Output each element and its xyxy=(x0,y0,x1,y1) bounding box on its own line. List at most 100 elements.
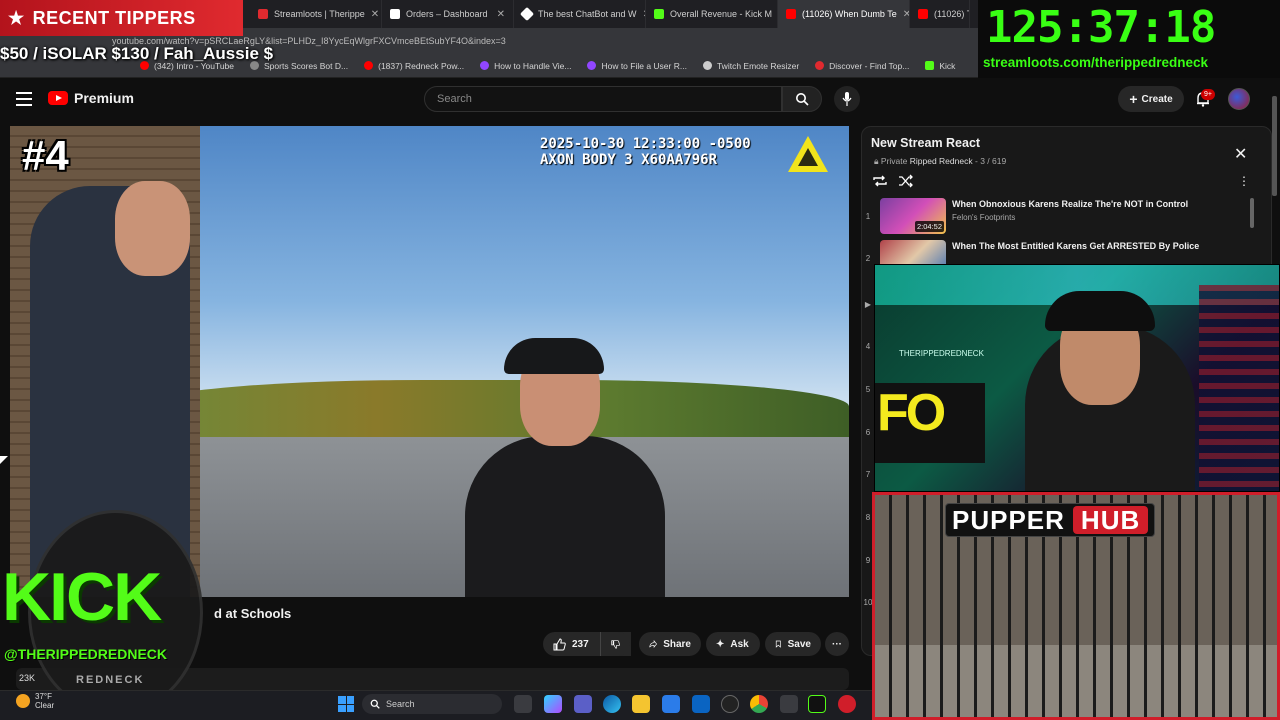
more-vertical-icon[interactable]: ⋮ xyxy=(1238,174,1250,188)
share-button[interactable]: Share xyxy=(639,632,701,656)
chrome-icon[interactable] xyxy=(750,695,768,713)
playlist-item-title: When The Most Entitled Karens Get ARREST… xyxy=(952,241,1200,251)
discover-icon xyxy=(815,61,825,70)
loop-icon xyxy=(873,175,887,187)
playlist-position: 3 / 619 xyxy=(980,156,1007,166)
share-arrow-icon xyxy=(649,639,657,649)
microphone-icon xyxy=(842,92,852,106)
file-explorer-icon[interactable] xyxy=(632,695,650,713)
tab-youtube-2[interactable]: (11026) Ta xyxy=(910,0,970,28)
ask-button[interactable]: ✦ Ask xyxy=(706,632,760,656)
bookmark-item[interactable]: Kick xyxy=(925,61,955,71)
playlist-item[interactable]: 1 2:04:52 When Obnoxious Karens Realize … xyxy=(862,198,1257,238)
recent-tippers-banner: ★ RECENT TIPPERS xyxy=(0,0,243,36)
voice-search-button[interactable] xyxy=(834,86,860,112)
tippers-label: RECENT TIPPERS xyxy=(32,7,196,28)
page-scrollbar[interactable] xyxy=(1272,96,1277,196)
outlook-icon[interactable] xyxy=(692,695,710,713)
tipper-ticker: $50 / iSOLAR $130 / Fah_Aussie $ xyxy=(0,44,274,63)
save-button[interactable]: Save xyxy=(765,632,821,656)
playlist-meta: 🔒︎ Private Ripped Redneck - 3 / 619 xyxy=(874,156,1006,167)
taskbar-search[interactable]: Search xyxy=(362,694,502,714)
kick-icon xyxy=(654,9,664,19)
streamloots-url: streamloots.com/therippedredneck xyxy=(983,55,1209,70)
bookmark-label: Kick xyxy=(939,60,956,71)
pupper-hub-cam: PUPPER HUB xyxy=(872,492,1280,720)
weather-temp: 37°F xyxy=(35,692,52,701)
tab-streamloots[interactable]: Streamloots | Therippe ✕ xyxy=(250,0,382,28)
cam-wall-sign: THERIPPEDREDNECK xyxy=(899,349,984,358)
copilot-icon[interactable] xyxy=(544,695,562,713)
cam-light-panel xyxy=(1199,285,1279,491)
close-icon[interactable]: ✕ xyxy=(903,9,909,20)
teams-icon[interactable] xyxy=(574,695,592,713)
playlist-item-channel: Felon's Footprints xyxy=(952,213,1016,222)
hub-logo-left: PUPPER xyxy=(952,504,1065,535)
hub-logo-right: HUB xyxy=(1072,506,1149,534)
shuffle-icon xyxy=(899,174,913,188)
tab-kick-revenue[interactable]: Overall Revenue - Kick M✕ xyxy=(646,0,778,28)
plus-icon: + xyxy=(1129,91,1138,107)
ask-label: Ask xyxy=(730,638,749,650)
thumbs-down-icon xyxy=(611,639,620,649)
playlist-item-index: 5 xyxy=(865,385,871,394)
share-label: Share xyxy=(663,638,691,650)
playlist-title[interactable]: New Stream React xyxy=(871,136,980,150)
loop-button[interactable] xyxy=(872,174,888,193)
playlist-item-index: 6 xyxy=(865,428,871,437)
tab-youtube-active[interactable]: (11026) When Dumb Te ✕ xyxy=(778,0,910,28)
stream-deck-icon[interactable] xyxy=(808,695,826,713)
create-button[interactable]: + Create xyxy=(1118,86,1184,112)
tab-chatbot[interactable]: The best ChatBot and W✕ xyxy=(514,0,646,28)
bookmark-item[interactable]: How to File a User R... xyxy=(587,61,687,71)
store-icon[interactable] xyxy=(662,695,680,713)
notification-count-badge: 9+ xyxy=(1201,89,1215,100)
webcam-overlay: THERIPPEDREDNECK FO xyxy=(874,264,1280,492)
tab-label: The best ChatBot and W xyxy=(538,9,637,19)
search-icon xyxy=(370,699,380,709)
bookmark-label: Twitch Emote Resizer xyxy=(716,60,800,71)
bookmark-item[interactable]: Twitch Emote Resizer xyxy=(702,60,800,71)
tab-label: (11026) When Dumb Te xyxy=(802,9,897,19)
close-icon[interactable]: ✕ xyxy=(497,9,505,20)
task-view-icon[interactable] xyxy=(514,695,532,713)
tab-label: Overall Revenue - Kick M xyxy=(670,9,773,19)
video-frame-officer-cap xyxy=(504,338,604,374)
weather-widget[interactable]: 37°F Clear xyxy=(16,692,54,710)
youtube-icon xyxy=(786,9,796,19)
shuffle-button[interactable] xyxy=(898,174,914,193)
thumbs-up-icon xyxy=(553,637,566,650)
video-frame-person-head xyxy=(115,181,190,276)
dislike-button[interactable] xyxy=(600,632,630,656)
youtube-logo[interactable]: Premium xyxy=(48,90,134,106)
weather-sun-icon xyxy=(16,694,30,708)
app-icon[interactable] xyxy=(838,695,856,713)
taskbar-search-label: Search xyxy=(386,699,415,709)
streamloots-icon xyxy=(258,9,268,19)
camera-id-line: AXON BODY 3 X60AA796R xyxy=(540,152,718,168)
bookmark-item[interactable]: Discover - Find Top... xyxy=(815,61,909,71)
obs-icon[interactable] xyxy=(721,695,739,713)
edge-icon[interactable] xyxy=(603,695,621,713)
playlist-item-index: 1 xyxy=(865,212,871,221)
windows-start-icon[interactable] xyxy=(338,696,354,712)
lock-icon: 🔒︎ xyxy=(874,156,879,166)
playlist-owner[interactable]: Ripped Redneck xyxy=(910,156,973,166)
playlist-scrollbar[interactable] xyxy=(1250,198,1254,228)
more-actions-button[interactable]: ··· xyxy=(825,632,849,656)
search-button[interactable] xyxy=(782,86,822,112)
youtube-icon xyxy=(918,9,928,19)
globe-icon xyxy=(702,61,712,70)
orders-icon xyxy=(390,9,400,19)
search-input[interactable]: Search xyxy=(424,86,782,112)
tab-orders[interactable]: Orders – Dashboard ✕ xyxy=(382,0,514,28)
close-icon[interactable]: ✕ xyxy=(371,9,379,20)
avatar[interactable] xyxy=(1228,88,1250,110)
menu-icon[interactable] xyxy=(16,92,32,106)
video-thumbnail: 2:04:52 xyxy=(880,198,946,234)
calculator-icon[interactable] xyxy=(780,695,798,713)
close-icon[interactable]: ✕ xyxy=(1234,144,1247,164)
tab-label: Orders – Dashboard xyxy=(406,9,488,19)
now-playing-indicator: ▶ xyxy=(864,300,872,309)
playlist-item-index: 7 xyxy=(865,470,871,479)
